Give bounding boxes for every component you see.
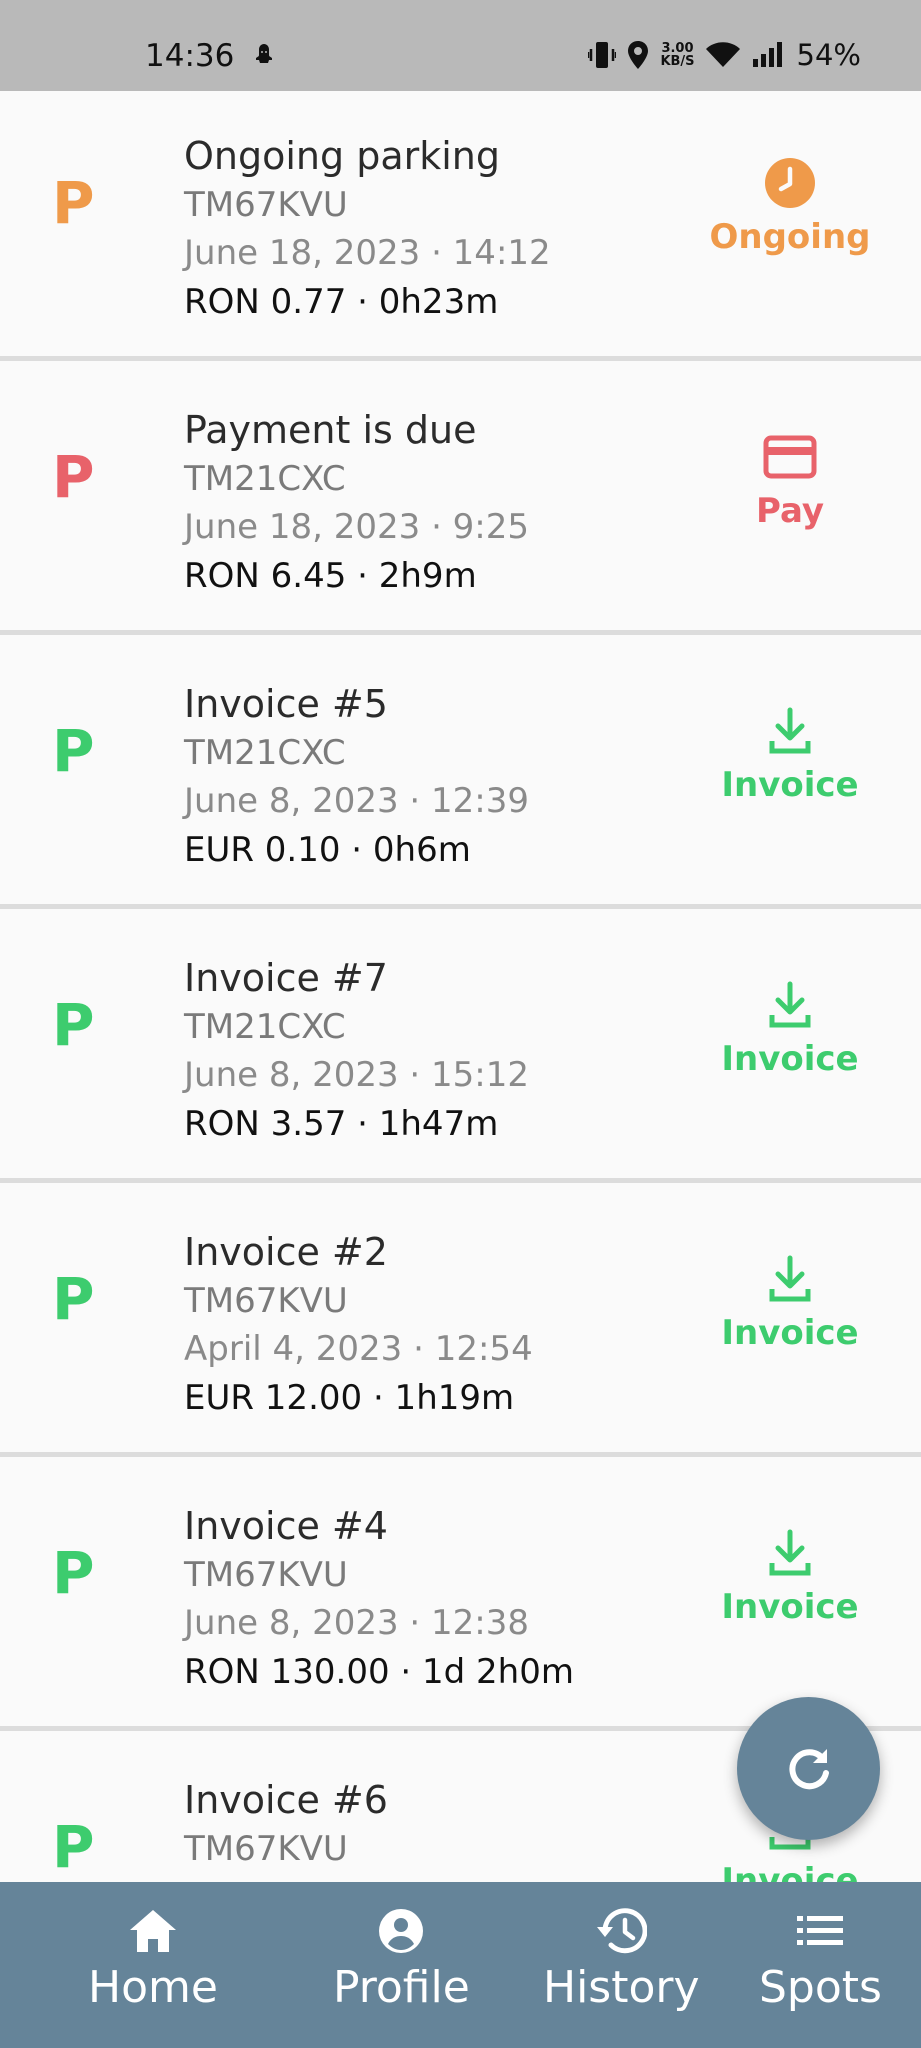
notification-icon: [256, 44, 272, 63]
row-date: June 8, 2023 · 15:12: [184, 1055, 530, 1095]
row-title: Invoice #4: [184, 1504, 388, 1548]
row-title: Invoice #2: [184, 1230, 388, 1274]
nav-history-label: History: [543, 1962, 700, 2013]
row-amount: EUR 12.00 · 1h19m: [184, 1378, 515, 1418]
parking-letter-icon: P: [52, 169, 95, 237]
network-speed-unit: KB/S: [660, 54, 695, 69]
list-item[interactable]: P Invoice #2 TM67KVU April 4, 2023 · 12:…: [0, 1187, 921, 1457]
list-item[interactable]: P Invoice #5 TM21CXC June 8, 2023 · 12:3…: [0, 639, 921, 909]
parking-letter-icon: P: [52, 1813, 95, 1881]
clock-icon: [765, 158, 815, 208]
row-title: Invoice #7: [184, 956, 388, 1000]
row-plate: TM67KVU: [184, 185, 348, 225]
row-title: Invoice #5: [184, 682, 388, 726]
download-icon: [769, 1255, 811, 1302]
bottom-navigation: Home Profile History Spots: [0, 1882, 921, 2048]
pay-button[interactable]: Pay: [700, 425, 880, 531]
signal-icon: [752, 42, 782, 67]
ongoing-button[interactable]: Ongoing: [700, 151, 880, 257]
row-details: Invoice #5 TM21CXC June 8, 2023 · 12:39 …: [184, 679, 529, 875]
parking-letter-icon: P: [52, 1539, 95, 1607]
parking-letter-icon: P: [52, 991, 95, 1059]
action-label: Invoice: [721, 1861, 859, 1882]
row-amount: RON 6.45 · 2h9m: [184, 556, 477, 596]
row-amount: RON 130.00 · 1d 2h0m: [184, 1652, 574, 1692]
row-title: Invoice #6: [184, 1778, 388, 1822]
network-speed: 3.00 KB/S: [660, 42, 694, 68]
list-item[interactable]: P Payment is due TM21CXC June 18, 2023 ·…: [0, 365, 921, 635]
invoice-button[interactable]: Invoice: [700, 1521, 880, 1627]
parking-letter-icon: P: [52, 443, 95, 511]
parking-history-list[interactable]: P Ongoing parking TM67KVU June 18, 2023 …: [0, 91, 921, 1882]
list-item[interactable]: P Invoice #7 TM21CXC June 8, 2023 · 15:1…: [0, 913, 921, 1183]
list-icon: [797, 1916, 844, 1945]
list-item[interactable]: P Ongoing parking TM67KVU June 18, 2023 …: [0, 91, 921, 361]
nav-home[interactable]: Home: [88, 1906, 218, 2013]
nav-profile-label: Profile: [333, 1962, 470, 2013]
status-icons: 3.00 KB/S 54%: [588, 38, 861, 72]
wifi-icon: [705, 42, 740, 68]
row-details: Invoice #7 TM21CXC June 8, 2023 · 15:12 …: [184, 953, 529, 1149]
vibrate-icon: [588, 42, 617, 68]
home-icon: [129, 1910, 176, 1952]
status-time: 14:36: [145, 38, 235, 74]
invoice-button[interactable]: Invoice: [700, 699, 880, 805]
invoice-button[interactable]: Invoice: [700, 1247, 880, 1353]
row-plate: TM67KVU: [184, 1555, 348, 1595]
row-title: Ongoing parking: [184, 134, 501, 178]
location-icon: [628, 41, 649, 69]
nav-spots[interactable]: Spots: [759, 1906, 882, 2013]
row-date: June 18, 2023 · 9:25: [184, 507, 530, 547]
download-icon: [769, 981, 811, 1028]
refresh-button[interactable]: [737, 1697, 880, 1840]
row-plate: TM21CXC: [184, 733, 346, 773]
invoice-button[interactable]: Invoice: [700, 973, 880, 1079]
history-icon: [597, 1908, 648, 1954]
action-label: Ongoing: [709, 217, 871, 257]
nav-profile[interactable]: Profile: [333, 1906, 470, 2013]
download-icon: [769, 1529, 811, 1576]
credit-card-icon: [763, 435, 817, 479]
nav-history[interactable]: History: [543, 1906, 700, 2013]
download-icon: [769, 707, 811, 754]
row-plate: TM67KVU: [184, 1829, 348, 1869]
nav-spots-label: Spots: [759, 1962, 882, 2013]
row-date: June 18, 2023 · 14:12: [184, 233, 551, 273]
row-plate: TM21CXC: [184, 459, 346, 499]
action-label: Pay: [755, 491, 825, 531]
battery-level: 54%: [796, 38, 861, 72]
row-details: Invoice #4 TM67KVU June 8, 2023 · 12:38 …: [184, 1501, 574, 1697]
row-date: June 8, 2023 · 12:38: [184, 1603, 530, 1643]
row-plate: TM67KVU: [184, 1281, 348, 1321]
row-amount: EUR 0.10 · 0h6m: [184, 830, 471, 870]
row-date: April 4, 2023 · 12:54: [184, 1329, 533, 1369]
row-details: Ongoing parking TM67KVU June 18, 2023 · …: [184, 131, 551, 327]
action-label: Invoice: [721, 765, 859, 805]
nav-home-label: Home: [88, 1962, 218, 2013]
account-icon: [379, 1909, 424, 1953]
row-amount: RON 0.77 · 0h23m: [184, 282, 499, 322]
row-plate: TM21CXC: [184, 1007, 346, 1047]
refresh-icon: [788, 1748, 829, 1789]
action-label: Invoice: [721, 1313, 859, 1353]
action-label: Invoice: [721, 1039, 859, 1079]
row-title: Payment is due: [184, 408, 477, 452]
parking-letter-icon: P: [52, 1265, 95, 1333]
status-bar: 14:36 3.00 KB/S 54%: [0, 0, 921, 91]
row-details: Invoice #2 TM67KVU April 4, 2023 · 12:54…: [184, 1227, 533, 1423]
row-details: Invoice #6 TM67KVU: [184, 1775, 388, 1873]
row-date: June 8, 2023 · 12:39: [184, 781, 530, 821]
list-item[interactable]: P Invoice #4 TM67KVU June 8, 2023 · 12:3…: [0, 1461, 921, 1731]
row-details: Payment is due TM21CXC June 18, 2023 · 9…: [184, 405, 529, 601]
row-amount: RON 3.57 · 1h47m: [184, 1104, 499, 1144]
parking-letter-icon: P: [52, 717, 95, 785]
action-label: Invoice: [721, 1587, 859, 1627]
